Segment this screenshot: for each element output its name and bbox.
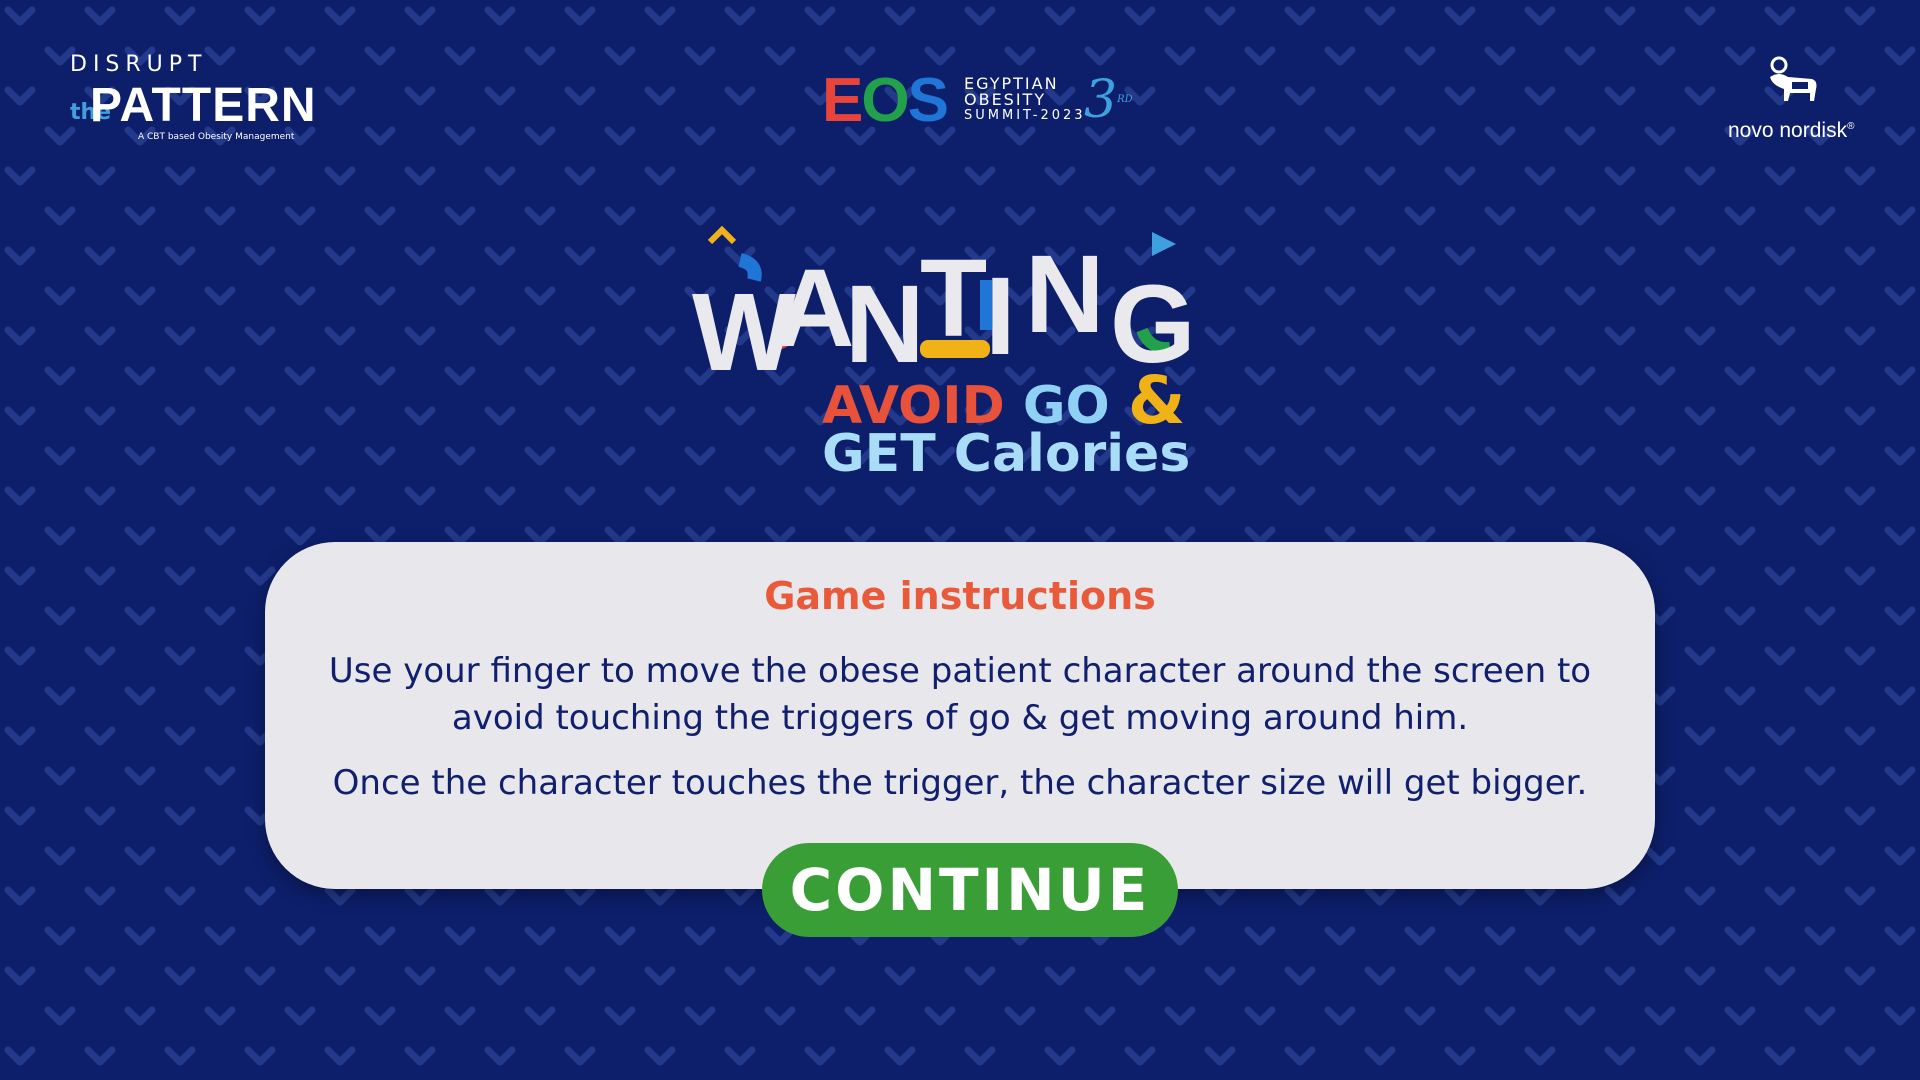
instructions-paragraph-2: Once the character touches the trigger, …	[332, 763, 1588, 803]
instructions-paragraph-1: Use your finger to move the obese patien…	[328, 651, 1592, 738]
game-title: W A N T I N G AVOID GO & GET Calories	[660, 210, 1260, 490]
pattern-text: PATTERN	[90, 79, 317, 132]
disrupt-the-pattern-logo: DISRUPT the PATTERN A CBT based Obesity …	[70, 52, 316, 152]
novo-nordisk-logo: novo nordisk®	[1724, 55, 1854, 150]
instructions-panel: Game instructions Use your finger to mov…	[265, 542, 1655, 889]
continue-button[interactable]: CONTINUE	[762, 843, 1178, 937]
eos-line2: OBESITY	[964, 90, 1047, 109]
eos-line3: SUMMIT-2023	[964, 108, 1086, 123]
title-get-calories: GET Calories	[822, 424, 1191, 484]
title-wanting: W A N T I N G	[680, 225, 1240, 388]
eos-summit-logo: EOS EGYPTIAN OBESITY SUMMIT-2023 3RD	[822, 70, 1152, 140]
logo-tagline: A CBT based Obesity Management	[138, 132, 295, 142]
apis-bull-icon	[1770, 56, 1817, 101]
eos-letters: EOS	[822, 66, 949, 135]
instructions-heading: Game instructions	[764, 574, 1156, 618]
eos-text: EGYPTIAN OBESITY SUMMIT-2023	[964, 76, 1086, 124]
disrupt-text: DISRUPT	[70, 52, 208, 77]
novo-nordisk-name: novo nordisk®	[1728, 119, 1855, 142]
eos-edition: 3RD	[1084, 70, 1133, 130]
